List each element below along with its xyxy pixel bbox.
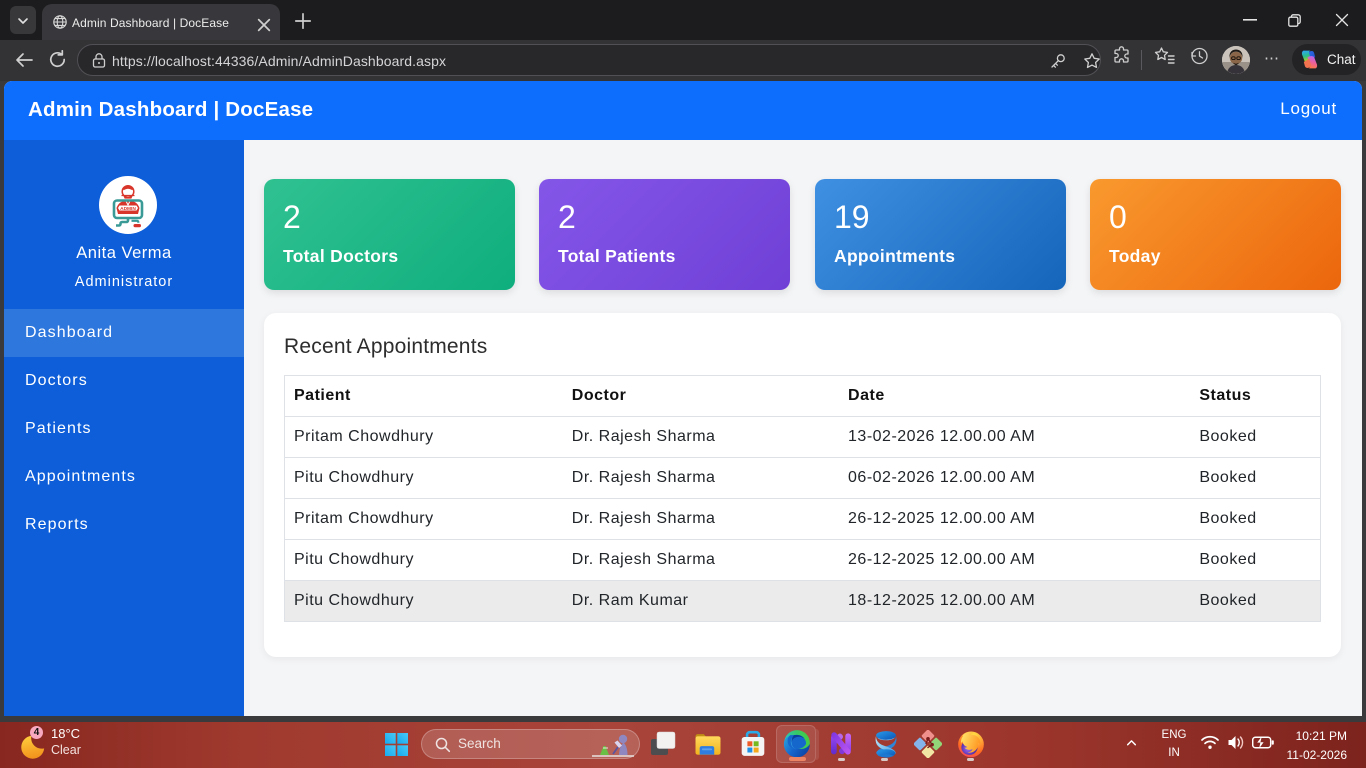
svg-text:ADMIN: ADMIN — [120, 206, 136, 212]
